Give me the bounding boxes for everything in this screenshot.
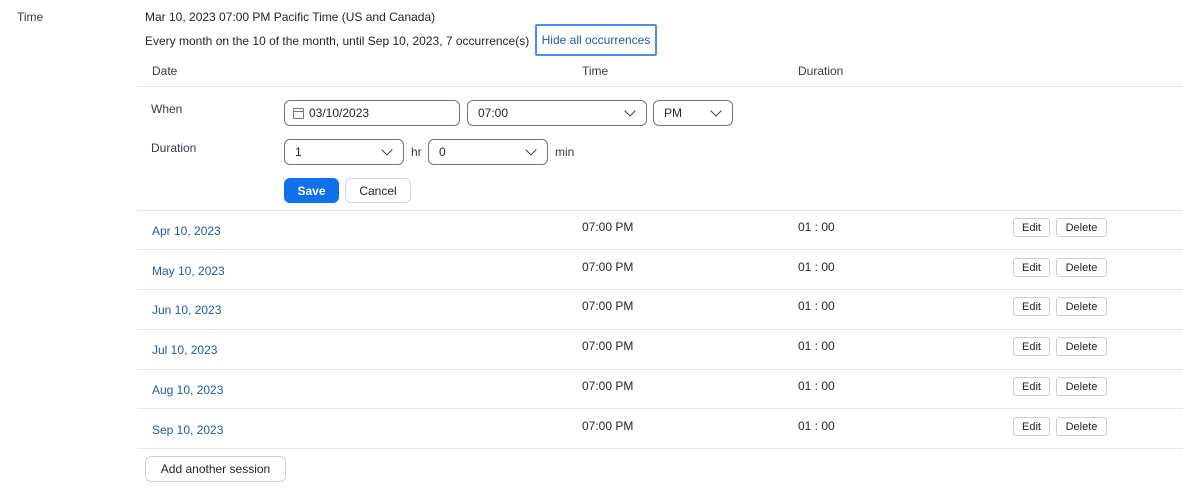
- chevron-down-icon: [624, 105, 636, 117]
- ampm-select[interactable]: PM: [653, 100, 733, 126]
- edit-button[interactable]: Edit: [1013, 417, 1050, 436]
- edit-button[interactable]: Edit: [1013, 297, 1050, 316]
- edit-button[interactable]: Edit: [1013, 258, 1050, 277]
- delete-button[interactable]: Delete: [1056, 258, 1107, 277]
- date-picker-input[interactable]: 03/10/2023: [284, 100, 460, 126]
- ampm-value: PM: [664, 106, 682, 120]
- time-field-label: Time: [17, 10, 44, 24]
- col-header-time: Time: [582, 64, 609, 78]
- hours-select[interactable]: 1: [284, 139, 404, 165]
- minutes-unit: min: [555, 145, 575, 159]
- occurrence-date-link[interactable]: Apr 10, 2023: [152, 224, 221, 238]
- occurrence-duration: 01 : 00: [798, 419, 835, 433]
- when-label: When: [151, 102, 183, 116]
- occurrence-time: 07:00 PM: [582, 339, 634, 353]
- chevron-down-icon: [381, 144, 393, 156]
- minutes-select[interactable]: 0: [428, 139, 548, 165]
- time-select[interactable]: 07:00: [467, 100, 647, 126]
- hours-unit: hr: [411, 145, 422, 159]
- edit-button[interactable]: Edit: [1013, 218, 1050, 237]
- meeting-summary: Mar 10, 2023 07:00 PM Pacific Time (US a…: [145, 10, 436, 24]
- recurrence-text: Every month on the 10 of the month, unti…: [145, 34, 530, 48]
- col-header-date: Date: [152, 64, 178, 78]
- delete-button[interactable]: Delete: [1056, 377, 1107, 396]
- date-value: 03/10/2023: [309, 106, 370, 120]
- delete-button[interactable]: Delete: [1056, 417, 1107, 436]
- hide-occurrences-link[interactable]: Hide all occurrences: [535, 24, 657, 56]
- duration-label: Duration: [151, 141, 197, 155]
- add-session-button[interactable]: Add another session: [145, 456, 286, 482]
- occurrence-duration: 01 : 00: [798, 220, 835, 234]
- divider: [137, 408, 1183, 409]
- occurrence-time: 07:00 PM: [582, 299, 634, 313]
- divider: [137, 249, 1183, 250]
- edit-button[interactable]: Edit: [1013, 377, 1050, 396]
- time-value: 07:00: [478, 106, 509, 120]
- occurrence-date-link[interactable]: May 10, 2023: [152, 264, 225, 278]
- divider: [137, 329, 1183, 330]
- save-button[interactable]: Save: [284, 178, 339, 203]
- occurrence-time: 07:00 PM: [582, 260, 634, 274]
- minutes-value: 0: [439, 145, 446, 159]
- occurrence-date-link[interactable]: Aug 10, 2023: [152, 383, 223, 397]
- divider: [137, 448, 1183, 449]
- occurrence-duration: 01 : 00: [798, 260, 835, 274]
- delete-button[interactable]: Delete: [1056, 337, 1107, 356]
- divider: [137, 210, 1183, 211]
- chevron-down-icon: [525, 144, 537, 156]
- occurrence-duration: 01 : 00: [798, 339, 835, 353]
- occurrence-duration: 01 : 00: [798, 299, 835, 313]
- cancel-button[interactable]: Cancel: [345, 178, 411, 203]
- col-header-duration: Duration: [798, 64, 844, 78]
- occurrence-time: 07:00 PM: [582, 220, 634, 234]
- occurrence-time: 07:00 PM: [582, 419, 634, 433]
- delete-button[interactable]: Delete: [1056, 297, 1107, 316]
- divider: [137, 86, 1183, 87]
- occurrence-date-link[interactable]: Sep 10, 2023: [152, 423, 223, 437]
- calendar-icon: [293, 107, 304, 119]
- edit-button[interactable]: Edit: [1013, 337, 1050, 356]
- occurrence-duration: 01 : 00: [798, 379, 835, 393]
- occurrence-date-link[interactable]: Jul 10, 2023: [152, 343, 217, 357]
- hours-value: 1: [295, 145, 302, 159]
- divider: [137, 289, 1183, 290]
- delete-button[interactable]: Delete: [1056, 218, 1107, 237]
- chevron-down-icon: [710, 105, 722, 117]
- occurrence-time: 07:00 PM: [582, 379, 634, 393]
- occurrence-date-link[interactable]: Jun 10, 2023: [152, 303, 221, 317]
- divider: [137, 369, 1183, 370]
